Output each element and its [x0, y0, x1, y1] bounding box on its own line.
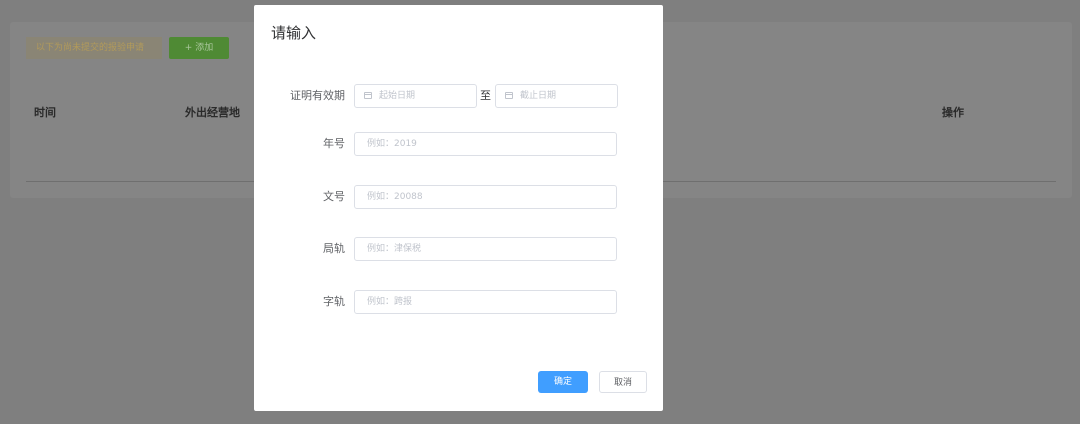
doc-number-row: 文号 例如：20088	[254, 185, 663, 209]
range-separator: 至	[480, 89, 491, 102]
bureau-track-label: 局轨	[323, 242, 345, 255]
char-track-input[interactable]: 例如：跨报	[354, 290, 617, 314]
end-date-placeholder: 截止日期	[520, 91, 557, 101]
confirm-button[interactable]: 确定	[538, 371, 588, 393]
bureau-track-row: 局轨 例如：津保税	[254, 237, 663, 261]
year-row: 年号 例如：2019	[254, 132, 663, 156]
char-track-row: 字轨 例如：跨报	[254, 290, 663, 314]
dialog-title: 请输入	[271, 24, 317, 42]
pending-notice: 以下为尚未提交的报验申请	[26, 37, 162, 59]
validity-label: 证明有效期	[290, 89, 345, 102]
calendar-icon	[364, 92, 372, 99]
doc-number-label: 文号	[323, 190, 345, 203]
year-input[interactable]: 例如：2019	[354, 132, 617, 156]
column-header-location: 外出经营地	[185, 106, 240, 119]
calendar-icon	[505, 92, 513, 99]
bureau-track-input[interactable]: 例如：津保税	[354, 237, 617, 261]
doc-number-placeholder: 例如：20088	[367, 192, 423, 202]
char-track-placeholder: 例如：跨报	[367, 297, 413, 307]
add-button[interactable]: + 添加	[169, 37, 229, 59]
year-placeholder: 例如：2019	[367, 139, 417, 149]
validity-row: 证明有效期 起始日期 至 截止日期	[254, 84, 663, 108]
end-date-input[interactable]: 截止日期	[495, 84, 618, 108]
start-date-input[interactable]: 起始日期	[354, 84, 477, 108]
doc-number-input[interactable]: 例如：20088	[354, 185, 617, 209]
year-label: 年号	[323, 137, 345, 150]
cancel-button[interactable]: 取消	[599, 371, 647, 393]
char-track-label: 字轨	[323, 295, 345, 308]
column-header-actions: 操作	[942, 106, 964, 119]
column-header-time: 时间	[34, 106, 56, 119]
bureau-track-placeholder: 例如：津保税	[367, 244, 422, 254]
input-dialog: 请输入 证明有效期 起始日期 至 截止日期 年号 例如：2019 文号 例如：2…	[254, 5, 663, 411]
start-date-placeholder: 起始日期	[379, 91, 416, 101]
